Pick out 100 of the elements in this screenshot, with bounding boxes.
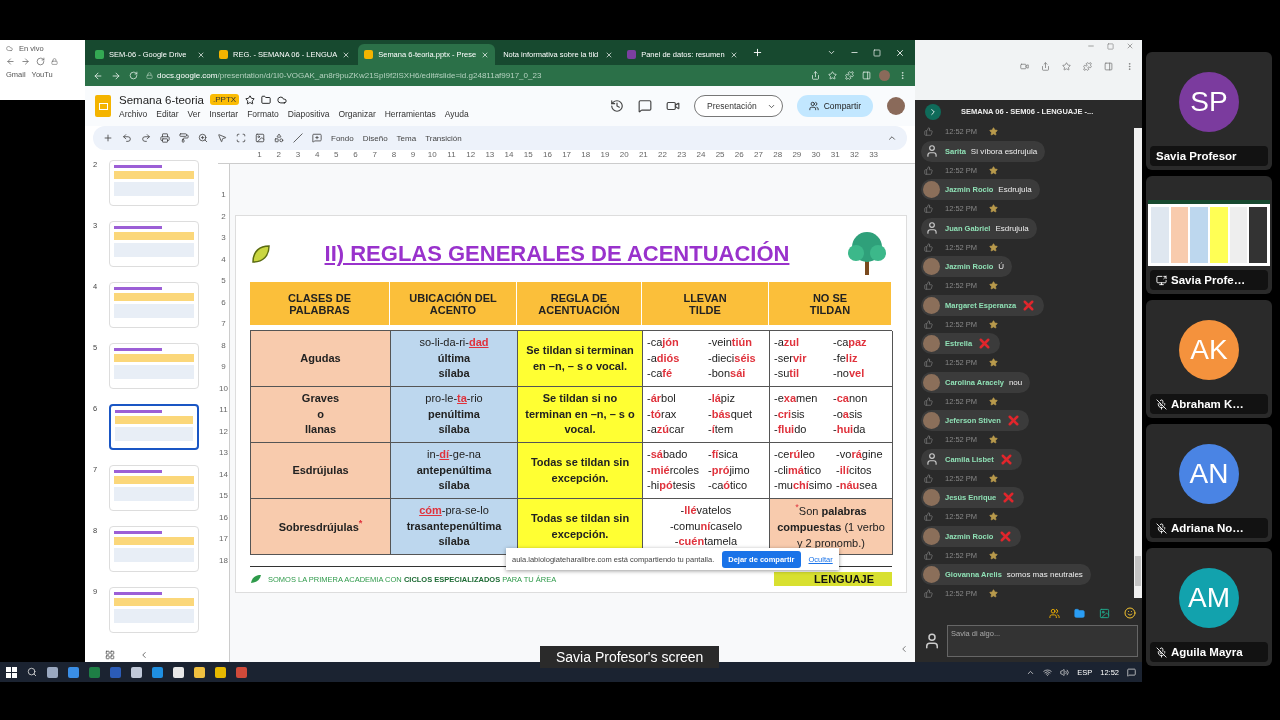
people-icon[interactable]: [1049, 607, 1060, 619]
close-icon[interactable]: [605, 50, 614, 59]
star-icon[interactable]: [245, 94, 256, 105]
thumbs-up-icon[interactable]: [924, 512, 933, 522]
add-comment-icon[interactable]: [312, 133, 322, 143]
thumbs-up-icon[interactable]: [924, 589, 933, 599]
star-icon[interactable]: [989, 396, 999, 406]
video-camera-icon[interactable]: [666, 99, 681, 113]
toolbar-button[interactable]: Tema: [396, 133, 417, 143]
toolbar-button[interactable]: Transición: [425, 133, 462, 143]
menu-item[interactable]: Diapositiva: [287, 108, 330, 119]
image-icon[interactable]: [1099, 607, 1110, 619]
image-icon[interactable]: [255, 133, 265, 143]
more-icon[interactable]: [1125, 62, 1134, 71]
menu-item[interactable]: Archivo: [119, 108, 148, 119]
app-tile-icon[interactable]: [194, 666, 205, 678]
star-icon[interactable]: [989, 319, 999, 329]
extensions-icon[interactable]: [1083, 62, 1092, 71]
grid-view-icon[interactable]: [105, 650, 115, 660]
add-icon[interactable]: [103, 133, 113, 143]
camera-icon[interactable]: [1020, 62, 1029, 71]
close-icon[interactable]: [895, 47, 905, 58]
menu-item[interactable]: Ver: [187, 108, 201, 119]
app-tile-icon[interactable]: [68, 666, 79, 678]
share-button[interactable]: Compartir: [796, 95, 873, 117]
line-icon[interactable]: [293, 133, 303, 143]
star-icon[interactable]: [989, 512, 999, 522]
app-tile-icon[interactable]: [47, 666, 58, 678]
menu-item[interactable]: Herramientas: [384, 108, 436, 119]
emoji-icon[interactable]: [1124, 607, 1136, 619]
thumbs-up-icon[interactable]: [924, 396, 933, 406]
toolbar-button[interactable]: Fondo: [331, 133, 354, 143]
select-pointer-icon[interactable]: [217, 133, 227, 143]
collapse-chat-button[interactable]: [925, 103, 941, 120]
thumbs-up-icon[interactable]: [924, 165, 933, 175]
undo-icon[interactable]: [122, 133, 132, 143]
star-icon[interactable]: [989, 589, 999, 599]
slide-thumbnail[interactable]: [109, 404, 199, 450]
thumbs-up-icon[interactable]: [924, 242, 933, 252]
collapse-icon[interactable]: [887, 133, 897, 143]
thumbs-up-icon[interactable]: [924, 550, 933, 560]
folder-icon[interactable]: [1074, 607, 1085, 619]
app-tile-icon[interactable]: [236, 666, 247, 678]
app-tile-icon[interactable]: [89, 666, 100, 678]
thumbs-up-icon[interactable]: [924, 435, 933, 445]
thumbs-up-icon[interactable]: [924, 319, 933, 329]
forward-icon[interactable]: [111, 70, 121, 81]
menu-item[interactable]: Insertar: [209, 108, 239, 119]
thumbs-up-icon[interactable]: [924, 204, 933, 214]
close-icon[interactable]: [342, 50, 351, 59]
close-icon[interactable]: [197, 50, 205, 59]
close-icon[interactable]: [729, 50, 738, 59]
folder-icon[interactable]: [261, 94, 272, 105]
side-panel-toggle-icon[interactable]: [899, 644, 909, 654]
star-icon[interactable]: [989, 204, 999, 214]
app-tile-icon[interactable]: [173, 666, 184, 678]
thumbs-up-icon[interactable]: [924, 281, 933, 291]
close-icon[interactable]: [481, 50, 490, 59]
comments-icon[interactable]: [638, 99, 653, 113]
zoom-icon[interactable]: [198, 133, 208, 143]
chevron-down-icon[interactable]: [827, 48, 836, 57]
menu-item[interactable]: Organizar: [338, 108, 376, 119]
print-icon[interactable]: [160, 133, 170, 143]
app-tile-icon[interactable]: [131, 666, 142, 678]
star-icon[interactable]: [989, 473, 999, 483]
search-icon[interactable]: [27, 667, 37, 677]
history-icon[interactable]: [610, 99, 625, 113]
reload-icon[interactable]: [36, 57, 45, 66]
app-tile-icon[interactable]: [215, 666, 226, 678]
star-icon[interactable]: [989, 435, 999, 445]
star-icon[interactable]: [989, 281, 999, 291]
back-icon[interactable]: [6, 57, 15, 66]
windows-logo-icon[interactable]: [6, 666, 17, 678]
share-icon[interactable]: [811, 71, 820, 80]
thumbs-up-icon[interactable]: [924, 127, 933, 137]
star-icon[interactable]: [989, 242, 999, 252]
redo-icon[interactable]: [141, 133, 151, 143]
star-icon[interactable]: [989, 550, 999, 560]
menu-item[interactable]: Formato: [247, 108, 279, 119]
present-button[interactable]: Presentación: [694, 95, 783, 117]
menu-item[interactable]: Editar: [156, 108, 179, 119]
shapes-icon[interactable]: [274, 133, 284, 143]
side-panel-icon[interactable]: [1104, 62, 1113, 71]
document-title[interactable]: Semana 6-teoria: [119, 93, 205, 106]
paint-format-icon[interactable]: [179, 133, 189, 143]
notifications-icon[interactable]: [1127, 667, 1136, 677]
star-icon[interactable]: [989, 358, 999, 368]
more-icon[interactable]: [898, 71, 907, 80]
app-tile-icon[interactable]: [152, 666, 163, 678]
share-icon[interactable]: [1041, 62, 1050, 71]
frame-select-icon[interactable]: [236, 133, 246, 143]
collapse-panel-icon[interactable]: [139, 650, 149, 660]
back-icon[interactable]: [93, 70, 103, 81]
forward-icon[interactable]: [21, 57, 30, 66]
bookmark-star-icon[interactable]: [1062, 62, 1071, 71]
star-icon[interactable]: [989, 165, 999, 175]
thumbs-up-icon[interactable]: [924, 473, 933, 483]
toolbar-button[interactable]: Diseño: [362, 133, 388, 143]
new-tab-icon[interactable]: [751, 47, 763, 58]
thumbs-up-icon[interactable]: [924, 358, 933, 368]
